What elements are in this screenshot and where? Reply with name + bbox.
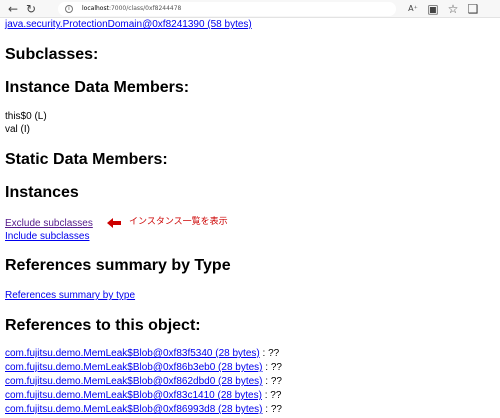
- reference-link[interactable]: com.fujitsu.demo.MemLeak$Blob@0xf86b3eb0…: [5, 362, 263, 373]
- collections-icon[interactable]: ❑: [466, 2, 480, 16]
- reference-link[interactable]: com.fujitsu.demo.MemLeak$Blob@0xf862dbd0…: [5, 376, 263, 387]
- read-aloud-icon[interactable]: A⁺: [406, 2, 420, 16]
- instance-member-item: val (I): [5, 124, 30, 135]
- references-summary-heading: References summary by Type: [5, 257, 231, 274]
- address-bar[interactable]: i localhost:7000/class/0xf8244478: [58, 2, 396, 16]
- reference-link[interactable]: com.fujitsu.demo.MemLeak$Blob@0xf83f5340…: [5, 348, 260, 359]
- reference-suffix: : ??: [261, 390, 282, 401]
- info-icon[interactable]: i: [65, 5, 73, 13]
- reference-row: com.fujitsu.demo.MemLeak$Blob@0xf86b3eb0…: [5, 361, 282, 374]
- instance-member-item: this$0 (L): [5, 111, 47, 122]
- static-members-heading: Static Data Members:: [5, 151, 168, 168]
- reference-row: com.fujitsu.demo.MemLeak$Blob@0xf86993d8…: [5, 403, 282, 416]
- annotation-arrow-icon: [107, 218, 121, 228]
- reference-suffix: : ??: [262, 404, 282, 415]
- exclude-subclasses-link[interactable]: Exclude subclasses: [5, 217, 93, 230]
- url-host: localhost: [82, 5, 109, 12]
- reference-link[interactable]: com.fujitsu.demo.MemLeak$Blob@0xf86993d8…: [5, 404, 263, 415]
- reference-suffix: : ??: [259, 348, 280, 359]
- reload-icon[interactable]: ↻: [24, 2, 38, 16]
- annotation-text: インスタンス一覧を表示: [129, 216, 228, 226]
- instance-members-heading: Instance Data Members:: [5, 79, 190, 96]
- browser-toolbar: ← ↻ i localhost:7000/class/0xf8244478 A⁺…: [0, 0, 500, 18]
- references-summary-link[interactable]: References summary by type: [5, 289, 135, 302]
- back-icon[interactable]: ←: [6, 2, 20, 16]
- reference-row: com.fujitsu.demo.MemLeak$Blob@0xf862dbd0…: [5, 375, 282, 388]
- instances-heading: Instances: [5, 184, 79, 201]
- tab-icon[interactable]: ▣: [426, 2, 440, 16]
- references-to-heading: References to this object:: [5, 317, 201, 334]
- subclasses-heading: Subclasses:: [5, 46, 99, 63]
- include-subclasses-link[interactable]: Include subclasses: [5, 230, 90, 243]
- reference-link[interactable]: com.fujitsu.demo.MemLeak$Blob@0xf83c1410…: [5, 390, 262, 401]
- reference-row: com.fujitsu.demo.MemLeak$Blob@0xf83c1410…: [5, 389, 281, 402]
- reference-row: com.fujitsu.demo.MemLeak$Blob@0xf83f5340…: [5, 347, 279, 360]
- url-path: :7000/class/0xf8244478: [108, 5, 182, 12]
- reference-suffix: : ??: [262, 362, 282, 373]
- reference-suffix: : ??: [262, 376, 282, 387]
- favorite-icon[interactable]: ☆: [446, 2, 460, 16]
- protection-domain-link[interactable]: java.security.ProtectionDomain@0xf824139…: [5, 18, 252, 32]
